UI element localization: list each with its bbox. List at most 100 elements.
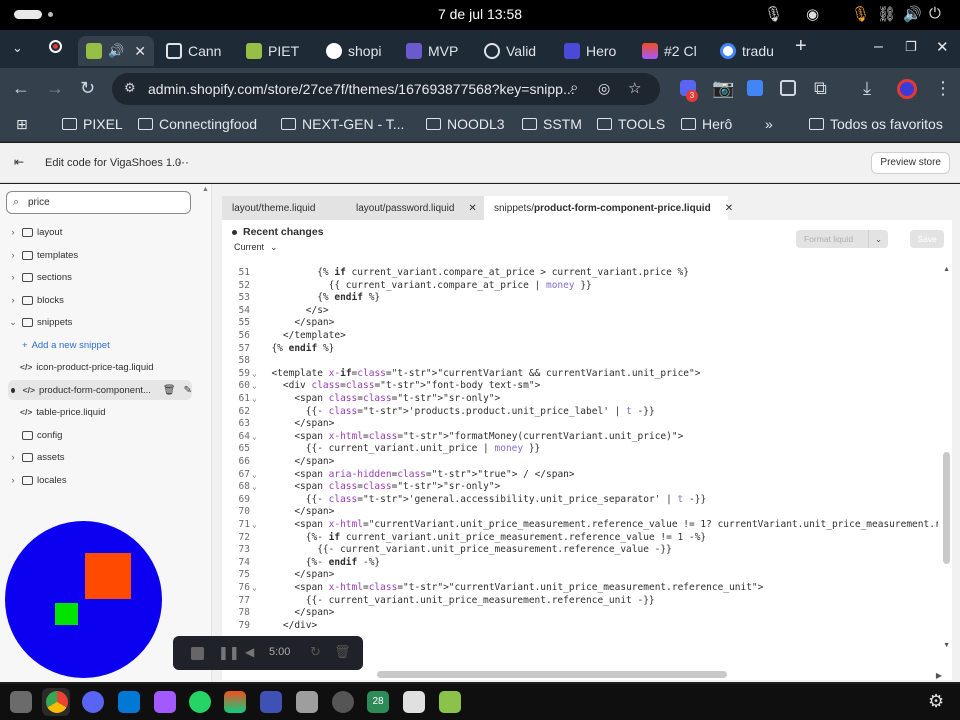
browser-tab[interactable]: Hero [556, 36, 630, 66]
code-line[interactable]: 69 {{- class="t-str">'general.accessibil… [222, 493, 707, 506]
save-button[interactable]: Save [910, 230, 944, 248]
bookmark-folder[interactable]: Herô [681, 116, 732, 132]
browser-tab[interactable]: shopi [318, 36, 390, 66]
app-launcher-icon[interactable] [154, 691, 176, 713]
scroll-down-icon[interactable]: ▼ [943, 642, 950, 649]
sidebar-file-item[interactable]: </> icon-product-price-tag.liquid [20, 357, 204, 377]
new-tab-icon[interactable]: + [795, 35, 807, 58]
browser-tab[interactable]: MVP [398, 36, 470, 66]
shield-icon[interactable] [260, 691, 282, 713]
discord-tray-icon[interactable]: ◉ [806, 5, 819, 23]
extension-icon[interactable] [747, 80, 763, 96]
sidebar-item-snippets[interactable]: ⌄ snippets [8, 312, 192, 332]
code-line[interactable]: 64 ⌄ <span x-html=class="t-str">"formatMo… [222, 430, 684, 443]
mute-icon[interactable]: ◀ [245, 645, 254, 659]
scroll-up-icon[interactable]: ▲ [943, 266, 950, 273]
vertical-scrollbar[interactable] [943, 452, 950, 564]
calendar-icon[interactable]: 28 [367, 691, 389, 713]
browser-tab[interactable]: Cann [158, 36, 230, 66]
camera-extension-icon[interactable]: 📷 [712, 78, 734, 99]
horizontal-scrollbar[interactable] [377, 671, 727, 678]
site-info-icon[interactable]: ⚙ [124, 80, 136, 96]
apps-grid-icon[interactable]: ⊞ [16, 116, 28, 133]
pause-icon[interactable]: ❚❚ [218, 645, 240, 661]
code-line[interactable]: 68 ⌄ <span class=class="t-str">"sr-only"> [222, 480, 501, 493]
trash-icon[interactable]: 🗑 [334, 644, 351, 660]
stop-icon[interactable] [191, 647, 204, 660]
code-line[interactable]: 57 {% endif %} [222, 342, 335, 355]
bookmark-folder[interactable]: NOODL3 [426, 116, 505, 132]
recycle-icon[interactable] [439, 691, 461, 713]
network-icon[interactable]: ⛓ [877, 5, 896, 23]
code-line[interactable]: 74 {%- endif -%} [222, 556, 381, 569]
browser-tab[interactable]: Valid [476, 36, 552, 66]
file-search-input[interactable]: ⌕ price [6, 191, 191, 214]
code-line[interactable]: 78 </span> [222, 606, 335, 619]
rename-pencil-icon[interactable]: ✎ [184, 385, 192, 396]
bookmark-folder[interactable]: NEXT-GEN - T... [281, 116, 404, 132]
profile-avatar[interactable] [897, 79, 917, 99]
code-line[interactable]: 62 {{- class="t-str">'products.product.u… [222, 405, 655, 418]
maximize-icon[interactable]: ❐ [905, 39, 917, 55]
restart-icon[interactable]: ↻ [310, 644, 321, 660]
preview-store-button[interactable]: Preview store [871, 152, 950, 174]
browser-tab[interactable]: tradu [712, 36, 788, 66]
code-line[interactable]: 52 {{ current_variant.compare_at_price |… [222, 279, 592, 292]
file-tab[interactable]: layout/theme.liquid [222, 196, 346, 220]
code-line[interactable]: 61 ⌄ <span class=class="t-str">"sr-only"> [222, 392, 501, 405]
clipboard-icon[interactable] [296, 691, 318, 713]
code-line[interactable]: 56 </template> [222, 329, 346, 342]
chrome-icon[interactable] [46, 691, 68, 713]
exit-icon[interactable]: ⇤ [14, 155, 24, 169]
sidebar-item-locales[interactable]: › locales [8, 470, 192, 490]
sidebar-item-sections[interactable]: › sections [8, 267, 192, 287]
fold-chevron-icon[interactable]: ⌄ [252, 367, 260, 380]
code-line[interactable]: 60 ⌄ <div class=class="t-str">"font-body … [222, 379, 541, 392]
browser-tab[interactable]: #2 Cl [634, 36, 710, 66]
vscode-icon[interactable] [118, 691, 140, 713]
code-line[interactable]: 70 </span> [222, 505, 335, 518]
more-actions-icon[interactable]: ··· [177, 155, 189, 169]
tab-search-icon[interactable]: ⌄ [12, 40, 23, 56]
code-line[interactable]: 66 </span> [222, 455, 335, 468]
sidebar-file-item-selected[interactable]: </> product-form-component... 🗑 ✎ [8, 380, 192, 400]
fold-chevron-icon[interactable]: ⌄ [252, 518, 260, 531]
scroll-right-icon[interactable]: ▶ [936, 671, 942, 680]
microphone-icon[interactable]: 🎙 [764, 5, 783, 23]
close-icon[interactable]: ✕ [725, 203, 733, 214]
code-line[interactable]: 71 ⌄ <span x-html="currentVariant.unit_pr… [222, 518, 938, 531]
sidebar-item-blocks[interactable]: › blocks [8, 290, 192, 310]
whatsapp-icon[interactable] [189, 691, 211, 713]
all-bookmarks-folder[interactable]: Todos os favoritos [809, 116, 943, 132]
back-icon[interactable]: ← [12, 78, 30, 99]
code-line[interactable]: 77 {{- current_variant.unit_price_measur… [222, 594, 655, 607]
code-line[interactable]: 59 ⌄ <template x-if=class="t-str">"curren… [222, 367, 701, 380]
fold-chevron-icon[interactable]: ⌄ [252, 392, 260, 405]
code-line[interactable]: 65 {{- current_variant.unit_price | mone… [222, 442, 541, 455]
reload-icon[interactable]: ↻ [80, 78, 95, 99]
close-icon[interactable]: ✕ [468, 203, 476, 214]
file-tab-active[interactable]: snippets/product-form-component-price.li… [484, 196, 733, 220]
code-line[interactable]: 63 </span> [222, 417, 335, 430]
clock-icon[interactable] [332, 691, 354, 713]
delete-icon[interactable]: 🗑 [163, 385, 176, 396]
browser-tab[interactable]: PIET [238, 36, 310, 66]
figma-icon[interactable] [224, 691, 246, 713]
forward-icon[interactable]: → [46, 78, 64, 99]
code-line[interactable]: 73 {{- current_variant.unit_price_measur… [222, 543, 672, 556]
bookmarks-overflow-icon[interactable]: » [765, 116, 773, 132]
code-line[interactable]: 55 </span> [222, 316, 335, 329]
sidebar-file-item[interactable]: </> table-price.liquid [20, 402, 204, 422]
bookmark-folder[interactable]: Connectingfood [138, 116, 257, 132]
minimize-icon[interactable]: – [874, 38, 883, 56]
download-icon[interactable]: ⤓ [863, 78, 871, 99]
code-line[interactable]: 72 {%- if current_variant.unit_price_mea… [222, 531, 707, 544]
chevron-down-icon[interactable]: ⌄ [868, 230, 888, 248]
version-dropdown[interactable]: Current ⌄ [234, 242, 324, 253]
bookmark-folder[interactable]: SSTM [522, 116, 582, 132]
code-line[interactable]: 53 {% endif %} [222, 291, 381, 304]
add-snippet-link[interactable]: + Add a new snippet [22, 335, 206, 355]
bookmark-star-icon[interactable]: ☆ [628, 79, 641, 97]
zoom-search-icon[interactable]: ⌕ [570, 79, 578, 96]
code-line[interactable]: 79 </div> [222, 619, 318, 632]
